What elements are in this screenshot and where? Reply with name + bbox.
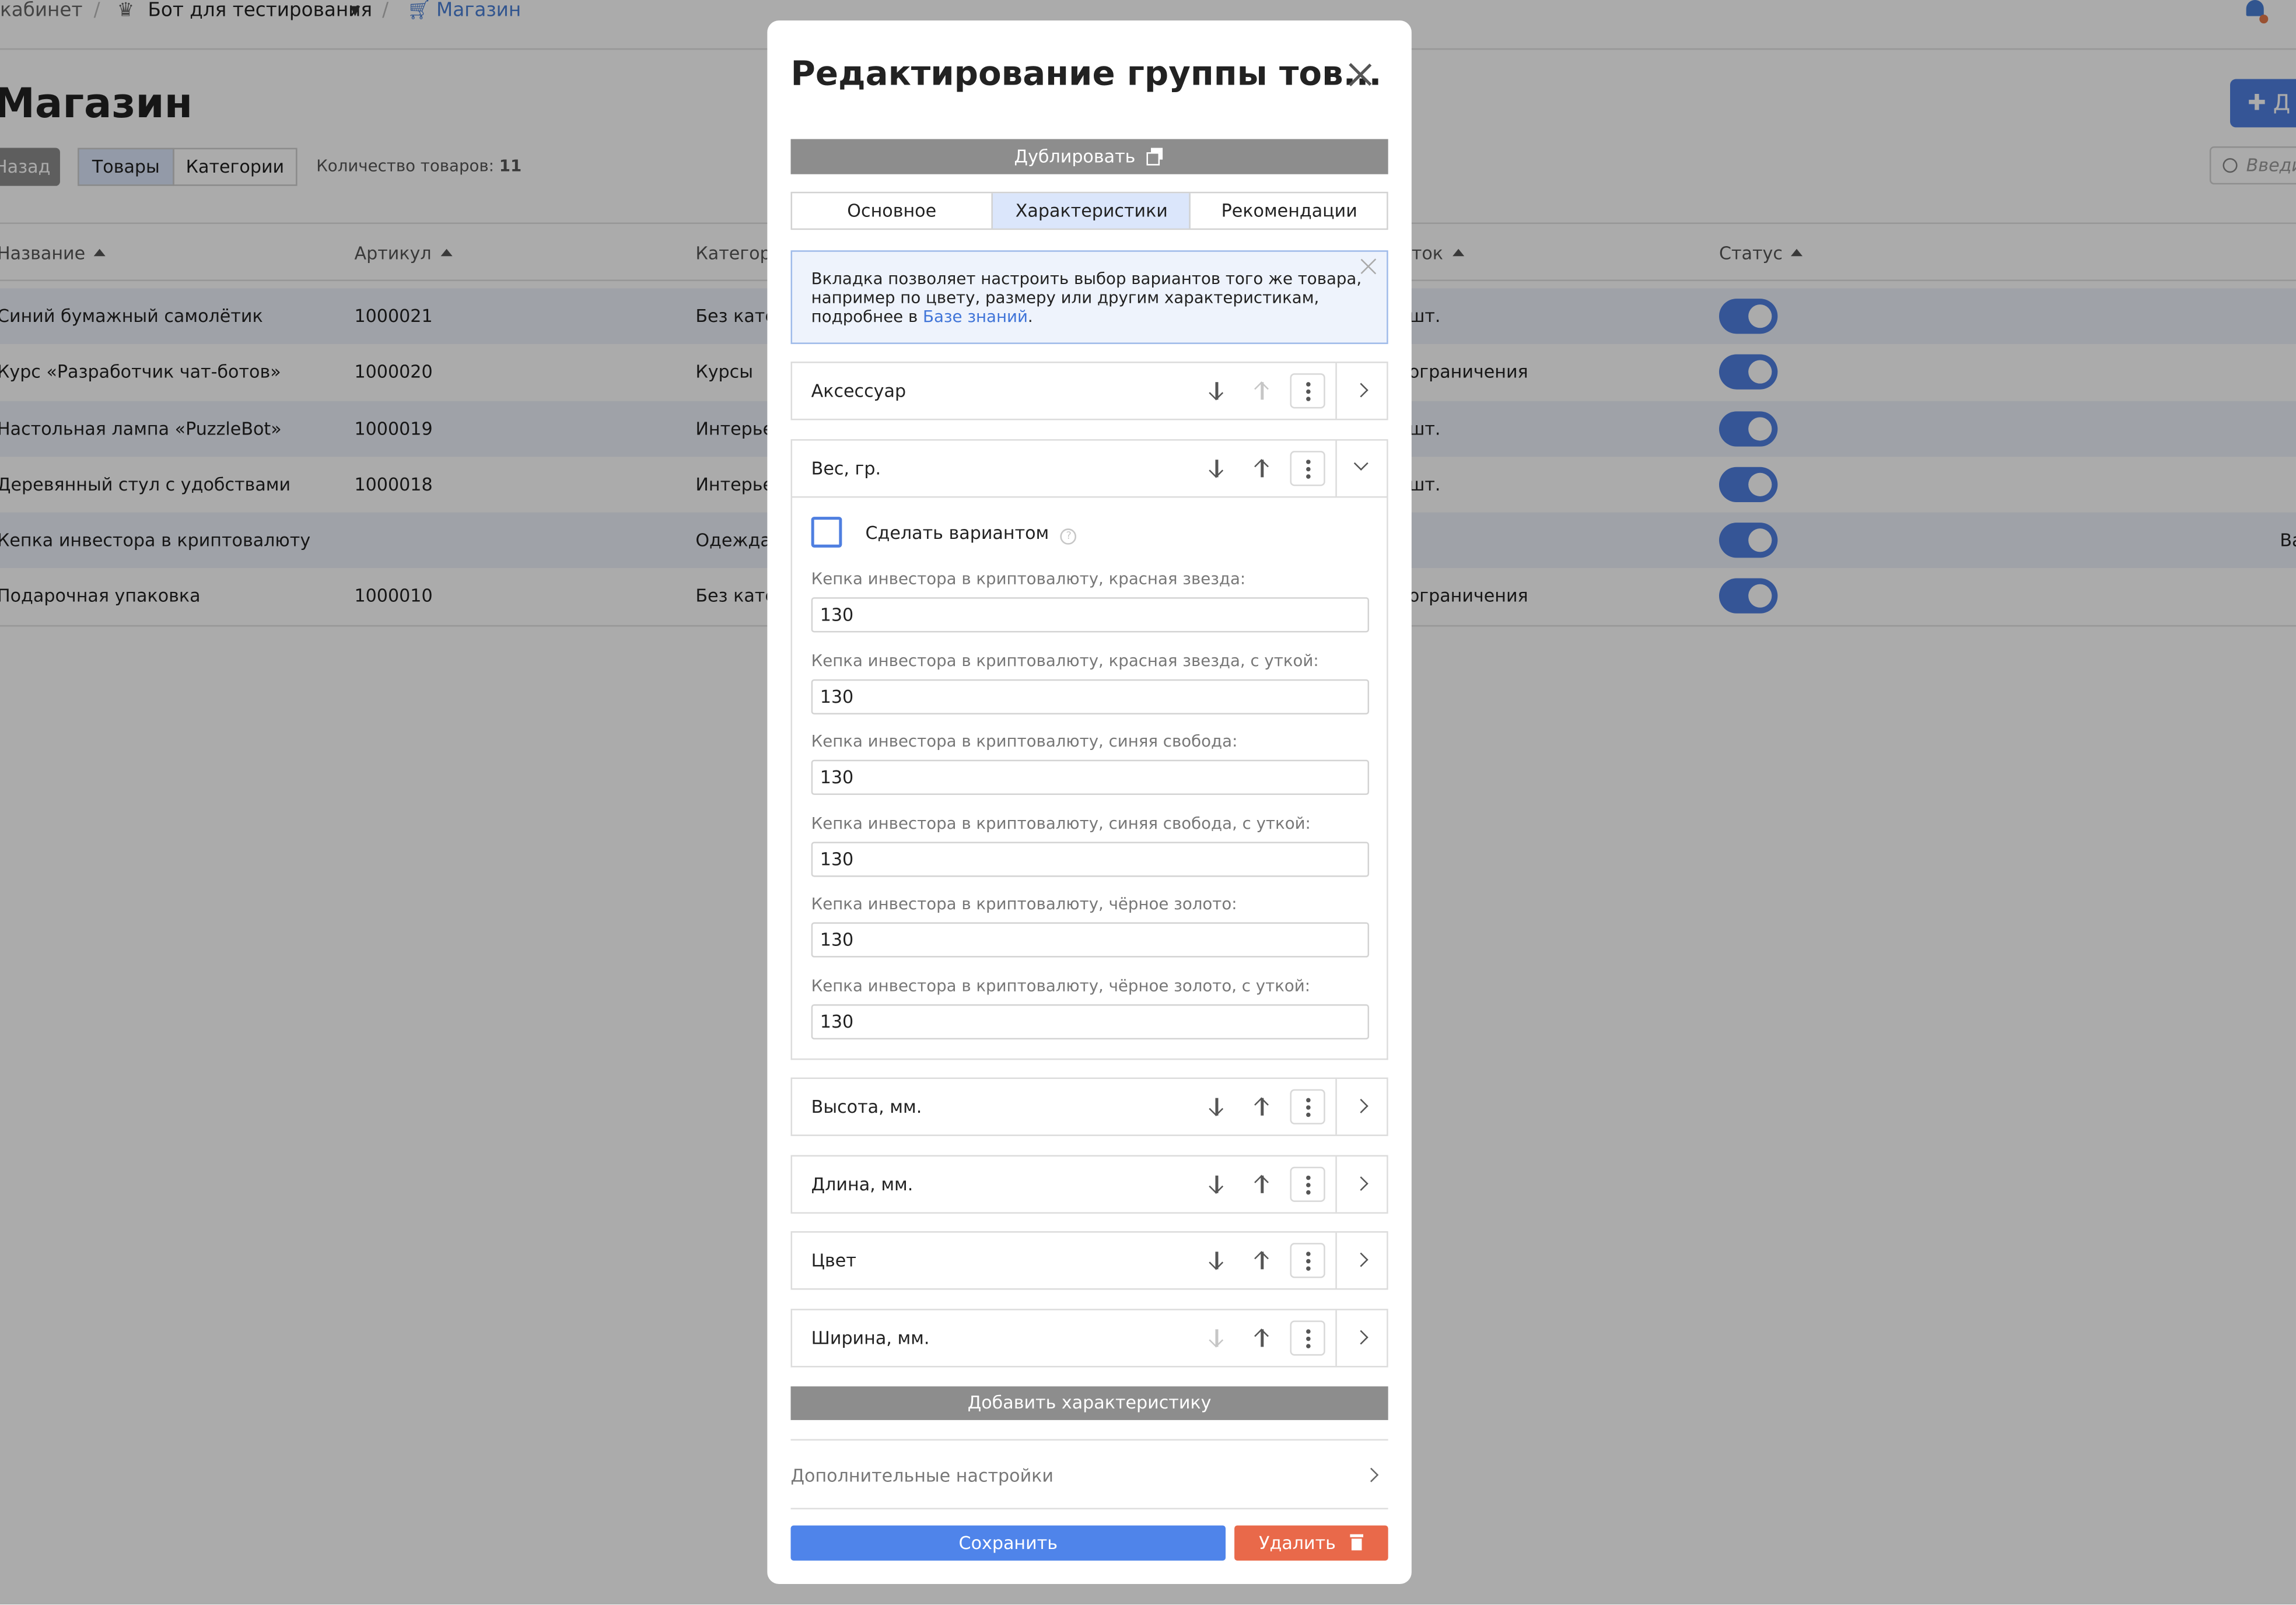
field-label: Кепка инвестора в криптовалюту, чёрное з… xyxy=(811,976,1311,996)
add-characteristic-button[interactable]: Добавить характеристику xyxy=(790,1386,1388,1420)
tab-characteristics[interactable]: Характеристики xyxy=(991,193,1191,229)
info-alert: Вкладка позволяет настроить выбор вариан… xyxy=(790,250,1388,344)
edit-product-group-modal: Редактирование группы тов... Дублировать… xyxy=(767,20,1412,1585)
arrow-up-icon[interactable] xyxy=(1252,1096,1272,1117)
characteristic-row[interactable]: Длина, мм. xyxy=(790,1155,1388,1214)
tab-main[interactable]: Основное xyxy=(792,193,991,228)
arrow-down-icon[interactable] xyxy=(1206,1174,1227,1194)
copy-icon xyxy=(1147,148,1164,166)
chevron-right-icon xyxy=(1364,1467,1379,1483)
arrow-down-icon[interactable] xyxy=(1206,458,1227,479)
field-label: Кепка инвестора в криптовалюту, чёрное з… xyxy=(811,894,1237,914)
arrow-down-icon[interactable] xyxy=(1206,1250,1227,1271)
characteristic-name: Аксессуар xyxy=(811,380,907,401)
characteristic-row[interactable]: Вес, гр. xyxy=(790,439,1388,498)
chevron-right-icon[interactable] xyxy=(1353,1176,1368,1191)
arrow-down-icon[interactable] xyxy=(1206,381,1227,401)
field-label: Кепка инвестора в криптовалюту, синяя св… xyxy=(811,732,1238,751)
arrow-down-icon[interactable] xyxy=(1206,1096,1227,1117)
modal-title: Редактирование группы тов... xyxy=(790,55,1382,94)
more-vertical-icon[interactable] xyxy=(1290,1243,1325,1278)
arrow-down-icon xyxy=(1206,1328,1227,1348)
characteristic-name: Высота, мм. xyxy=(811,1096,922,1117)
arrow-up-icon[interactable] xyxy=(1252,458,1272,479)
modal-tabs: Основное Характеристики Рекомендации xyxy=(790,191,1388,230)
characteristic-row[interactable]: Цвет xyxy=(790,1231,1388,1290)
weight-input[interactable]: 130 xyxy=(811,597,1370,633)
characteristic-name: Длина, мм. xyxy=(811,1174,914,1195)
more-vertical-icon[interactable] xyxy=(1290,1320,1325,1356)
characteristic-row[interactable]: Высота, мм. xyxy=(790,1077,1388,1136)
advanced-settings[interactable]: Дополнительные настройки xyxy=(790,1439,1388,1510)
arrow-up-icon[interactable] xyxy=(1252,1174,1272,1194)
chevron-right-icon[interactable] xyxy=(1353,1330,1368,1345)
tab-recommendations[interactable]: Рекомендации xyxy=(1189,193,1388,229)
help-icon[interactable]: ? xyxy=(1060,528,1077,545)
chevron-right-icon[interactable] xyxy=(1353,1099,1368,1113)
weight-input[interactable]: 130 xyxy=(811,759,1370,796)
weight-input[interactable]: 130 xyxy=(811,1004,1370,1040)
trash-icon xyxy=(1350,1534,1364,1551)
close-icon[interactable] xyxy=(1347,61,1373,87)
save-button[interactable]: Сохранить xyxy=(790,1525,1226,1561)
characteristic-row[interactable]: Ширина, мм. xyxy=(790,1309,1388,1368)
chevron-down-icon[interactable] xyxy=(1353,456,1368,471)
arrow-up-icon xyxy=(1252,381,1272,401)
more-vertical-icon[interactable] xyxy=(1290,451,1325,486)
field-label: Кепка инвестора в криптовалюту, красная … xyxy=(811,569,1246,589)
characteristic-name: Вес, гр. xyxy=(811,458,881,479)
field-label: Кепка инвестора в криптовалюту, красная … xyxy=(811,651,1319,671)
more-vertical-icon[interactable] xyxy=(1290,373,1325,409)
make-variant-checkbox[interactable] xyxy=(811,517,842,548)
characteristic-name: Цвет xyxy=(811,1250,856,1271)
weight-input[interactable]: 130 xyxy=(811,922,1370,958)
characteristic-row[interactable]: Аксессуар xyxy=(790,362,1388,420)
knowledge-base-link[interactable]: Базе знаний xyxy=(923,307,1028,327)
duplicate-button[interactable]: Дублировать xyxy=(790,139,1388,174)
arrow-up-icon[interactable] xyxy=(1252,1328,1272,1348)
delete-button[interactable]: Удалить xyxy=(1234,1525,1388,1561)
weight-input[interactable]: 130 xyxy=(811,679,1370,714)
weight-input[interactable]: 130 xyxy=(811,842,1370,877)
advanced-settings-label: Дополнительные настройки xyxy=(790,1465,1054,1486)
characteristic-details: Сделать вариантом? Кепка инвестора в кри… xyxy=(790,497,1388,1060)
make-variant-label: Сделать вариантом? xyxy=(866,523,1077,545)
more-vertical-icon[interactable] xyxy=(1290,1166,1325,1202)
chevron-right-icon[interactable] xyxy=(1353,383,1368,398)
arrow-up-icon[interactable] xyxy=(1252,1250,1272,1271)
chevron-right-icon[interactable] xyxy=(1353,1252,1368,1267)
more-vertical-icon[interactable] xyxy=(1290,1089,1325,1124)
field-label: Кепка инвестора в криптовалюту, синяя св… xyxy=(811,814,1311,833)
info-text: Вкладка позволяет настроить выбор вариан… xyxy=(811,269,1362,327)
close-icon[interactable] xyxy=(1360,258,1378,275)
characteristic-name: Ширина, мм. xyxy=(811,1327,930,1348)
